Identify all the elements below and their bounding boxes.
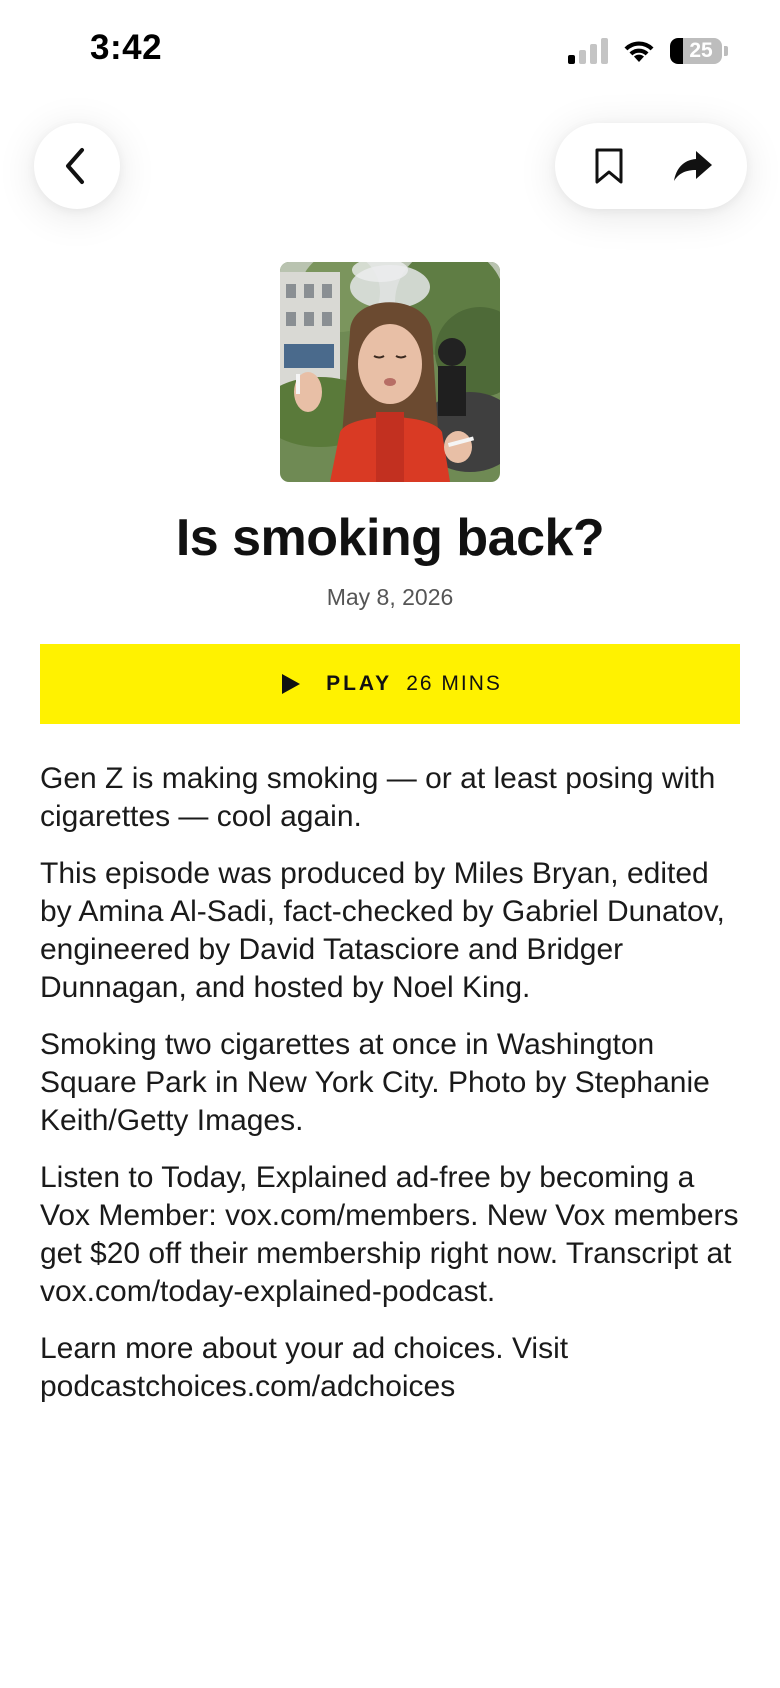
play-button[interactable]: PLAY 26 MINS: [40, 644, 740, 724]
battery-icon: 25: [670, 38, 722, 64]
status-icons: 25: [568, 36, 728, 66]
play-label: PLAY: [326, 672, 393, 695]
episode-artwork: [280, 262, 500, 482]
status-time: 3:42: [90, 28, 163, 67]
description-paragraph: This episode was produced by Miles Bryan…: [40, 857, 725, 1004]
battery-cap: [724, 46, 728, 56]
description-paragraph: Listen to Today, Explained ad-free by be…: [40, 1161, 739, 1308]
battery-level: 25: [689, 39, 713, 62]
share-arrow-icon: [674, 151, 712, 181]
bookmark-icon: [595, 148, 623, 184]
share-button[interactable]: [663, 136, 723, 196]
episode-actions: [555, 123, 747, 209]
back-button[interactable]: [34, 123, 120, 209]
play-icon: [278, 671, 304, 697]
bookmark-button[interactable]: [579, 136, 639, 196]
description-paragraph: Gen Z is making smoking — or at least po…: [40, 762, 716, 833]
wifi-icon: [624, 41, 654, 62]
description-paragraph: Learn more about your ad choices. Visit …: [40, 1332, 569, 1403]
episode-duration: 26 MINS: [406, 672, 502, 695]
status-bar: 3:42 25: [0, 0, 780, 100]
description-paragraph: Smoking two cigarettes at once in Washin…: [40, 1028, 710, 1137]
chevron-left-icon: [66, 148, 84, 184]
episode-title: Is smoking back?: [175, 509, 605, 567]
episode-date: May 8, 2026: [326, 584, 454, 610]
cellular-signal-icon: [568, 38, 608, 64]
episode-description: Gen Z is making smoking — or at least po…: [40, 760, 740, 1425]
